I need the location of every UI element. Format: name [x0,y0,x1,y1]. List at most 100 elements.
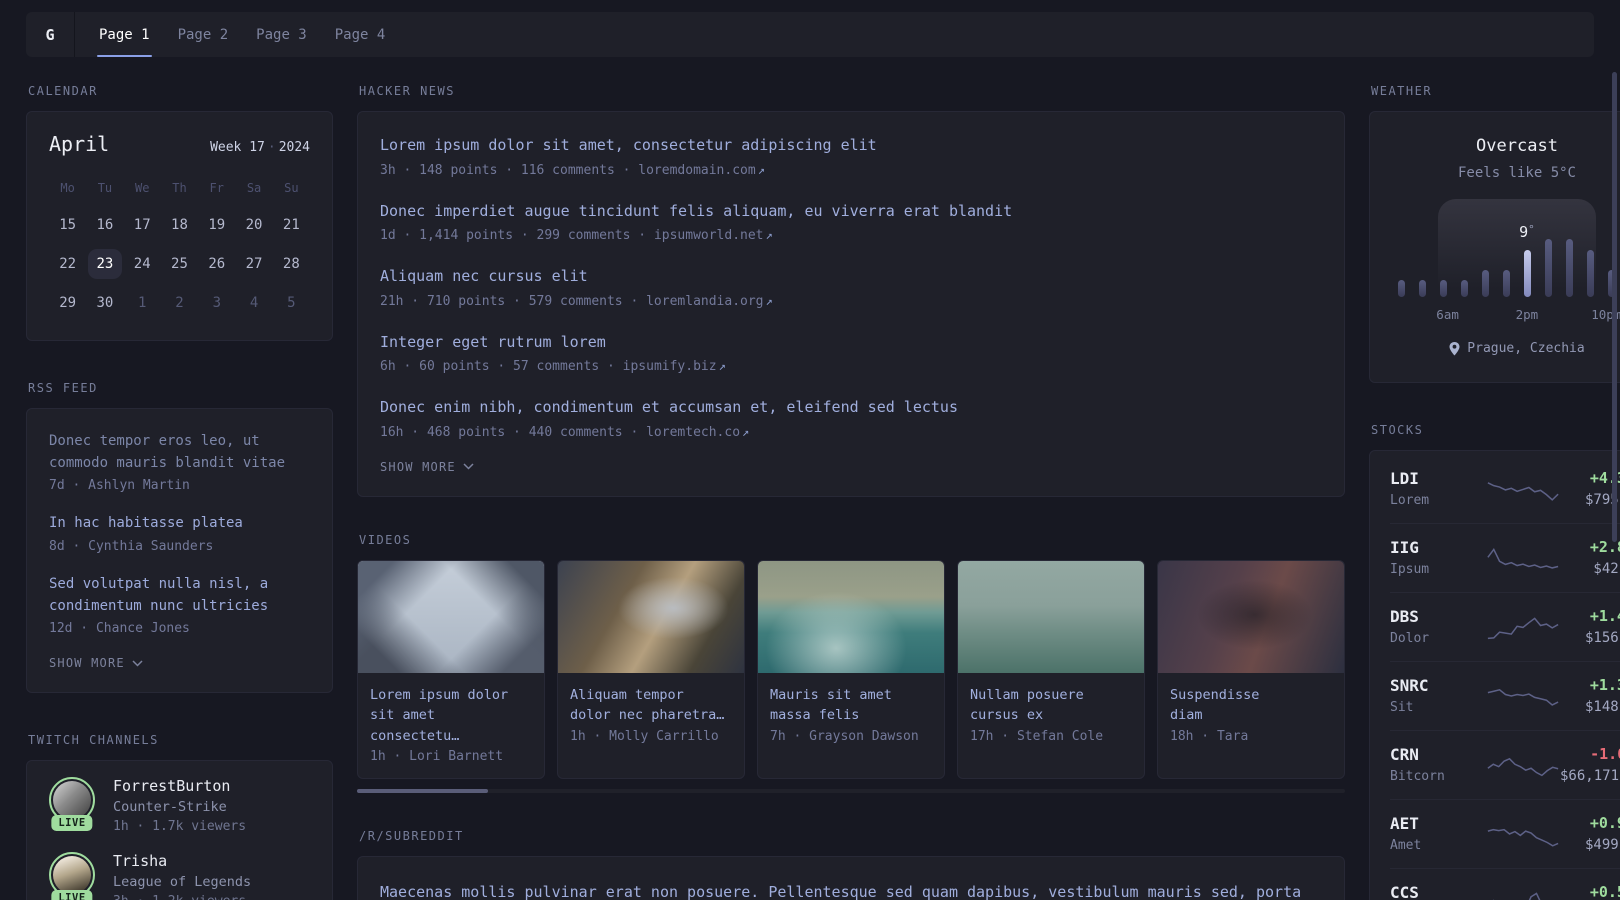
app-logo[interactable]: G [26,12,75,57]
videos-scrollbar-track[interactable] [357,789,1345,794]
external-link-icon: ↗ [765,228,773,242]
hn-item-meta: 16h · 468 points · 440 comments · loremt… [380,425,1322,440]
calendar-day: 18 [171,217,188,233]
calendar-day: 19 [208,217,226,233]
stock-name: Sit [1390,699,1414,715]
videos-strip: Lorem ipsum dolor sit amet consectetu… 1… [357,559,1345,780]
hn-item-link[interactable]: Integer eget rutrum lorem [380,331,1322,354]
rss-item-link[interactable]: Donec tempor eros leo, ut commodo mauris… [49,431,310,474]
tab-page-1[interactable]: Page 1 [85,12,164,57]
stock-row[interactable]: SNRC Sit +1.36% $148.64 [1390,660,1620,730]
stock-values: -1.00% $66,171.48 [1560,745,1620,784]
twitch-avatar-wrap: LIVE [49,852,95,900]
tab-page-3[interactable]: Page 3 [242,12,321,57]
hn-item-domain-link[interactable]: ipsumworld.net [654,228,764,243]
twitch-channel-row[interactable]: LIVE ForrestBurton Counter-Strike 1h · 1… [49,777,310,834]
hn-item-meta: 21h · 710 points · 579 comments · loreml… [380,294,1322,309]
videos-scrollbar-thumb[interactable] [357,789,488,794]
calendar-day-next-month: 3 [212,295,221,311]
video-meta: 18h · Tara [1170,728,1249,744]
stock-symbol: LDI [1390,468,1419,488]
page-scrollbar-thumb[interactable] [1612,72,1617,542]
stock-values: +1.42% $156.28 [1560,607,1620,646]
video-title: Suspendisse diam [1170,686,1260,724]
rss-item-meta: 12d · Chance Jones [49,621,190,637]
calendar-day: 29 [59,295,77,311]
calendar-day: 25 [171,256,188,272]
twitch-widget: TWITCH CHANNELS LIVE ForrestBurton Count… [26,733,333,900]
stock-id: CCS Consectetur [1390,883,1486,900]
twitch-channel-name[interactable]: ForrestBurton [113,777,246,795]
page: G Page 1 Page 2 Page 3 Page 4 CALENDAR A… [0,0,1620,900]
rss-item-link[interactable]: In hac habitasse platea [49,513,310,535]
hn-item: Aliquam nec cursus elit 21h · 710 points… [380,265,1322,309]
stock-change: +4.35% [1589,468,1620,487]
stock-row[interactable]: AET Amet +0.92% $499.72 [1390,798,1620,868]
stock-price: $499.72 [1584,836,1620,853]
stock-row[interactable]: LDI Lorem +4.35% $795.18 [1390,455,1620,523]
hn-show-more-button[interactable]: SHOW MORE [380,460,474,474]
chevron-down-icon [463,463,474,470]
hn-item-link[interactable]: Donec enim nibh, condimentum et accumsan… [380,396,1322,419]
weekday-label: Tu [97,181,113,195]
video-card[interactable]: Mauris sit amet massa felis 7h · Grayson… [757,559,945,780]
weather-bar [1482,270,1489,297]
weather-bar [1566,239,1573,297]
hn-item-domain-link[interactable]: loremlandia.org [646,294,763,309]
twitch-channel-name[interactable]: Trisha [113,852,251,870]
tab-page-2[interactable]: Page 2 [164,12,243,57]
hn-item: Donec enim nibh, condimentum et accumsan… [380,396,1322,440]
weekday-label: Fr [209,181,224,195]
tab-page-4[interactable]: Page 4 [321,12,400,57]
video-card[interactable]: Nullam posuere cursus ex 17h · Stefan Co… [957,559,1145,780]
stock-change: +1.36% [1589,675,1620,694]
hn-item-link[interactable]: Aliquam nec cursus elit [380,265,1322,288]
stock-row[interactable]: DBS Dolor +1.42% $156.28 [1390,591,1620,661]
weather-location: Prague, Czechia [1449,341,1585,356]
twitch-header: TWITCH CHANNELS [28,733,159,748]
live-badge: LIVE [51,815,93,832]
calendar-day: 15 [59,217,77,233]
hn-item-stats: 21h · 710 points · 579 comments · [380,293,639,309]
twitch-channel-info: ForrestBurton Counter-Strike 1h · 1.7k v… [113,777,246,834]
hn-item-domain-link[interactable]: ipsumify.biz [623,359,717,374]
hn-item: Lorem ipsum dolor sit amet, consectetur … [380,134,1322,178]
rss-show-more-button[interactable]: SHOW MORE [49,656,143,670]
stock-price: $66,171.48 [1560,767,1620,784]
twitch-card: LIVE ForrestBurton Counter-Strike 1h · 1… [26,760,333,900]
stock-price: $148.64 [1584,698,1620,715]
hn-item-meta: 3h · 148 points · 116 comments · loremdo… [380,163,1322,178]
calendar-month: April [49,132,110,156]
stock-symbol: CRN [1390,744,1419,764]
calendar-week-dot: · [267,140,276,155]
hn-item-link[interactable]: Lorem ipsum dolor sit amet, consectetur … [380,134,1322,157]
subreddit-post-link[interactable]: Maecenas mollis pulvinar erat non posuer… [380,879,1322,900]
stock-symbol: IIG [1390,537,1419,557]
hn-item-link[interactable]: Donec imperdiet augue tincidunt felis al… [380,200,1322,223]
stock-row[interactable]: IIG Ipsum +2.84% $42.04 [1390,522,1620,592]
stock-values: +2.84% $42.04 [1560,538,1620,577]
stock-row[interactable]: CRN Bitcorn -1.00% $66,171.48 [1390,729,1620,799]
twitch-channel-game: Counter-Strike [113,799,227,816]
stock-symbol: DBS [1390,606,1419,626]
stock-symbol: SNRC [1390,675,1429,695]
video-card[interactable]: Suspendisse diam 18h · Tara [1157,559,1345,780]
hn-item-meta: 1d · 1,414 points · 299 comments · ipsum… [380,228,1322,243]
degree-icon: ° [1528,223,1535,236]
stock-sparkline [1492,892,1541,900]
twitch-channel-row[interactable]: LIVE Trisha League of Legends 3h · 1.2k … [49,852,310,900]
stock-row[interactable]: CCS Consectetur +0.51% $165.84 [1390,867,1620,900]
twitch-channel-meta: 3h · 1.2k viewers [113,894,251,900]
hn-item-domain-link[interactable]: loremtech.co [646,425,740,440]
video-title: Mauris sit amet massa felis [770,686,892,724]
video-card[interactable]: Aliquam tempor dolor nec pharetra… 1h · … [557,559,745,780]
calendar-weekdays: Mo Tu We Th Fr Sa Su [49,178,310,198]
calendar-grid: 15 16 17 18 19 20 21 22 23 24 25 26 27 2… [49,210,310,318]
rss-item-link[interactable]: Sed volutpat nulla nisl, a condimentum n… [49,574,310,617]
stock-sparkline [1487,547,1559,569]
hn-item-domain-link[interactable]: loremdomain.com [638,163,755,178]
hn-item: Integer eget rutrum lorem 6h · 60 points… [380,331,1322,375]
video-card[interactable]: Lorem ipsum dolor sit amet consectetu… 1… [357,559,545,780]
calendar-year: 2024 [278,140,310,155]
calendar-day-next-month: 1 [137,295,147,311]
